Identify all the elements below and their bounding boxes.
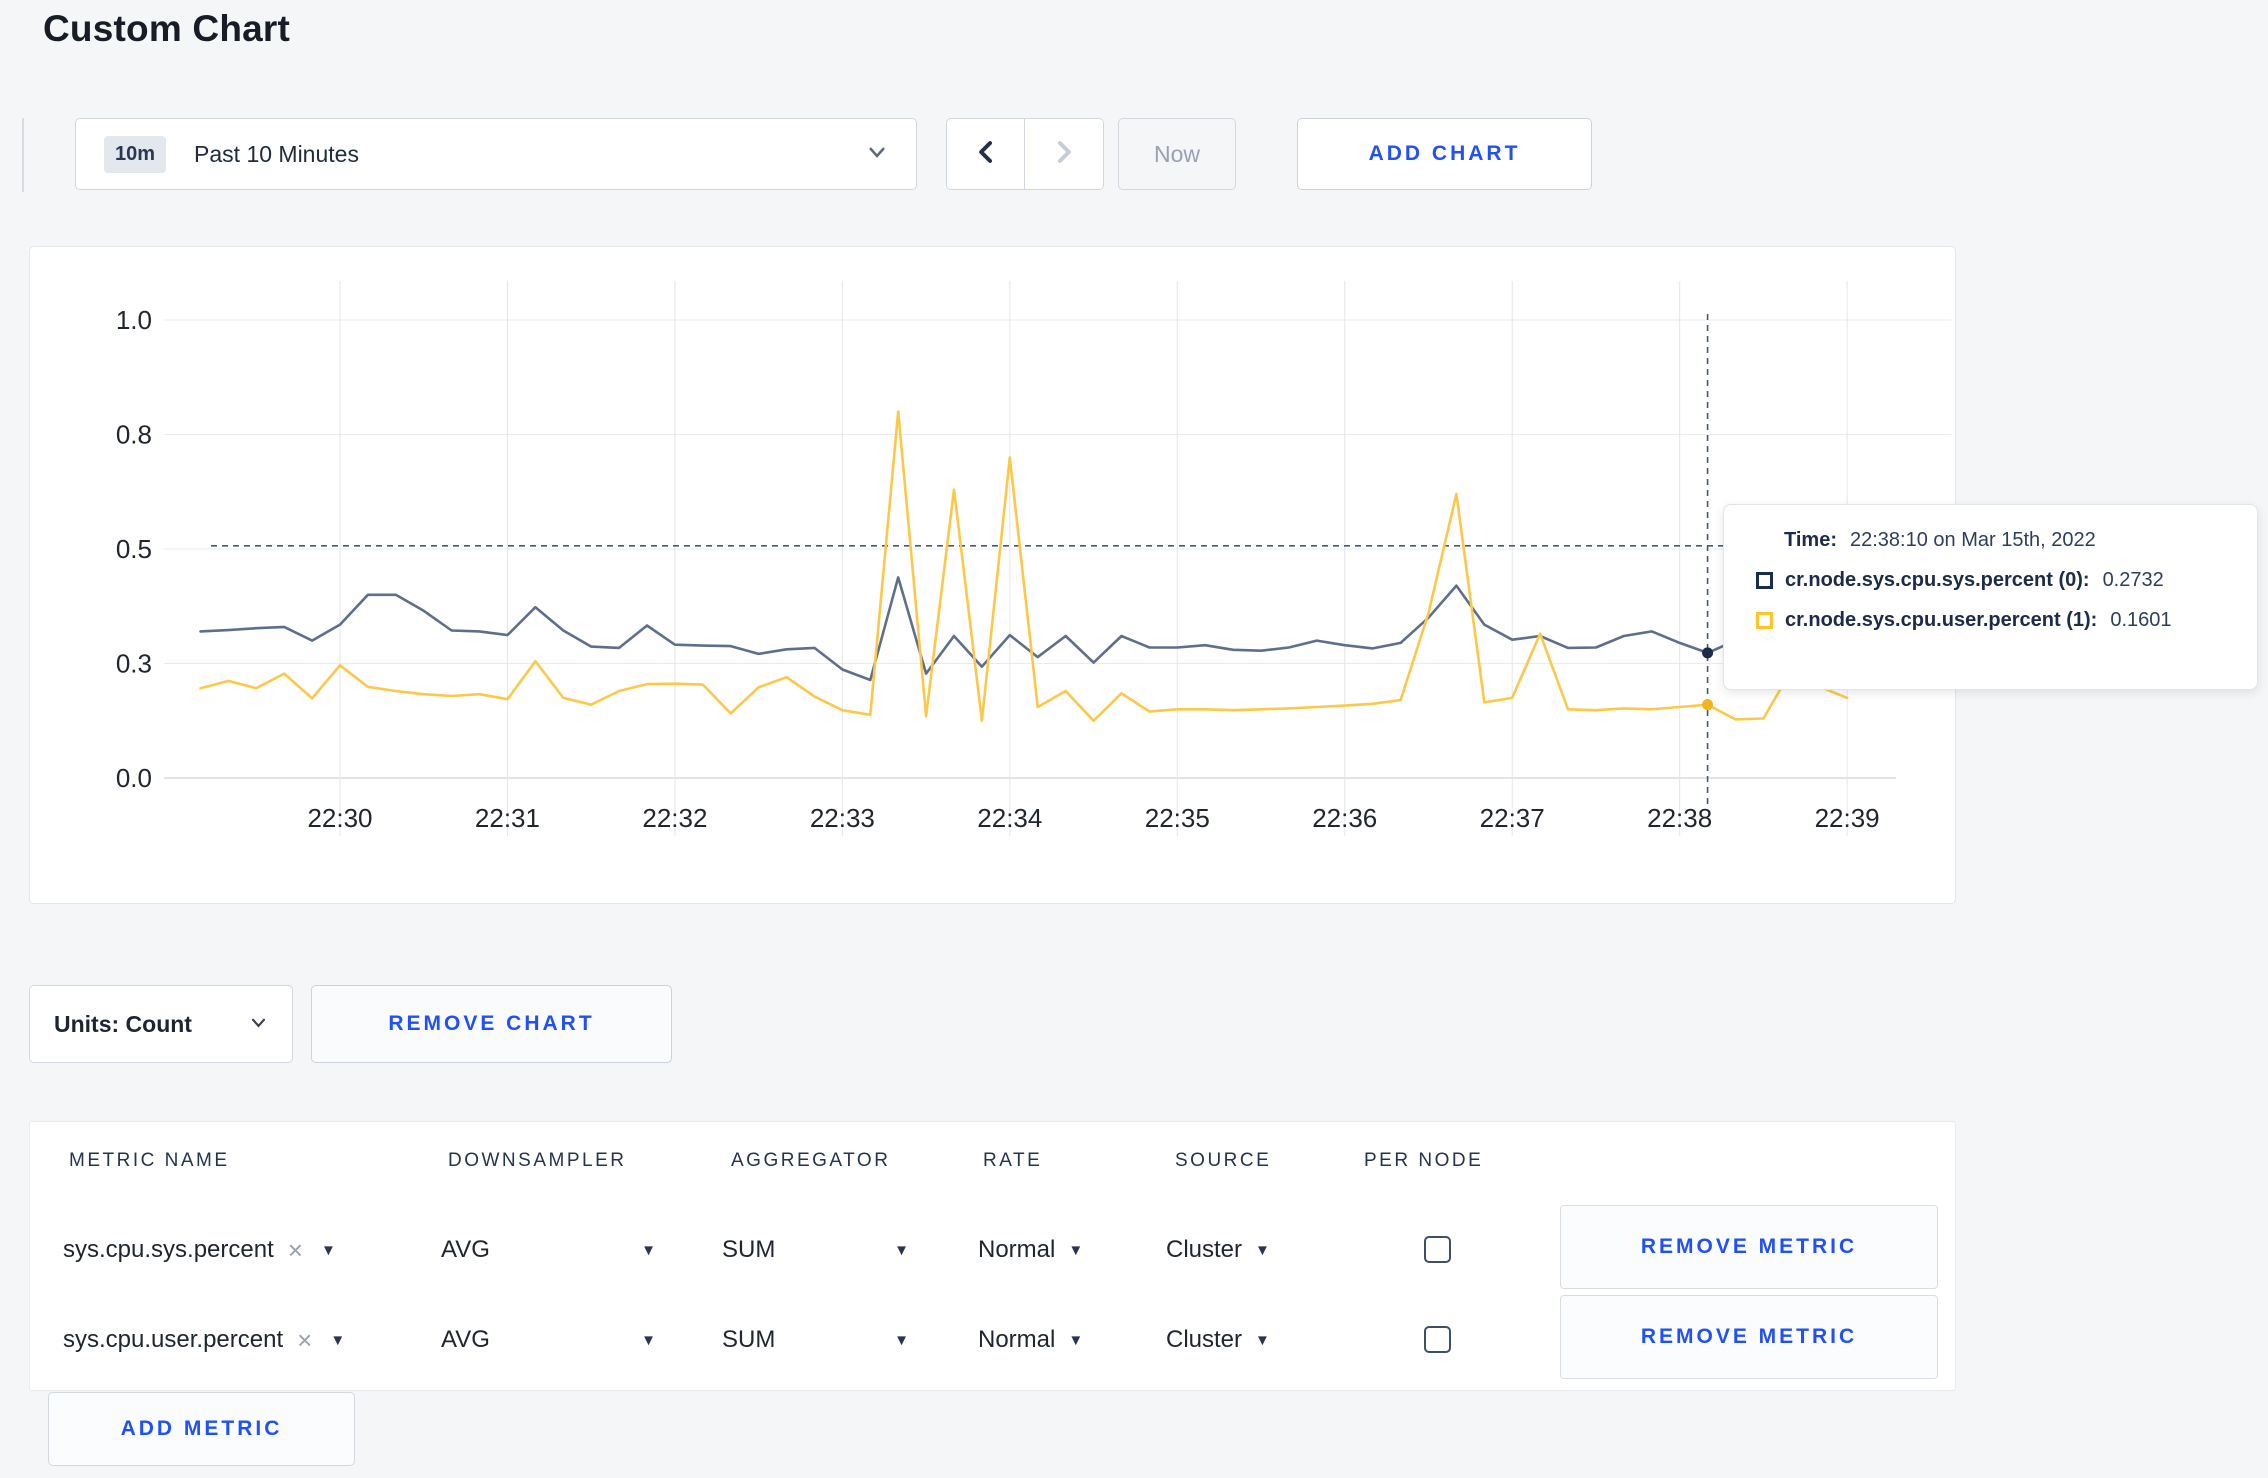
time-range-label: Past 10 Minutes xyxy=(194,140,359,167)
now-button[interactable]: Now xyxy=(1118,118,1236,190)
tooltip-series-user-name: cr.node.sys.cpu.user.percent (1): xyxy=(1785,609,2098,631)
units-select[interactable]: Units: Count xyxy=(29,985,293,1063)
chevron-right-icon xyxy=(1052,139,1076,170)
remove-metric-x-icon[interactable]: × xyxy=(288,1237,303,1263)
per-node-checkbox[interactable] xyxy=(1424,1236,1451,1263)
add-metric-button[interactable]: ADD METRIC xyxy=(48,1392,355,1466)
downsampler-select[interactable]: AVG ▼ xyxy=(441,1205,656,1295)
page-title: Custom Chart xyxy=(43,8,291,49)
source-select[interactable]: Cluster ▼ xyxy=(1166,1295,1270,1385)
metric-name: sys.cpu.sys.percent xyxy=(63,1236,274,1263)
remove-metric-button[interactable]: REMOVE METRIC xyxy=(1560,1205,1938,1289)
series-user-swatch-icon xyxy=(1756,612,1773,629)
svg-text:22:38: 22:38 xyxy=(1647,803,1712,833)
chevron-down-icon xyxy=(866,141,888,168)
col-header-aggregator: AGGREGATOR xyxy=(731,1150,891,1171)
svg-text:22:36: 22:36 xyxy=(1312,803,1377,833)
chevron-down-icon: ▼ xyxy=(1255,1241,1270,1259)
chevron-down-icon: ▼ xyxy=(894,1331,909,1349)
aggregator-select[interactable]: SUM ▼ xyxy=(722,1295,909,1385)
time-nav-group xyxy=(946,118,1104,190)
chevron-left-icon xyxy=(974,139,998,170)
chevron-down-icon: ▼ xyxy=(641,1241,656,1259)
remove-metric-button[interactable]: REMOVE METRIC xyxy=(1560,1295,1938,1379)
rate-select[interactable]: Normal ▼ xyxy=(978,1205,1083,1295)
units-label: Units: Count xyxy=(54,1010,192,1037)
metric-name: sys.cpu.user.percent xyxy=(63,1326,284,1353)
tooltip-time-label: Time: xyxy=(1784,529,1837,551)
chart-card: 0.0 0.3 0.5 0.8 1.0 22:30 22:31 22:32 22:33 22:34… xyxy=(29,246,1956,904)
col-header-downsampler: DOWNSAMPLER xyxy=(448,1150,627,1171)
metric-dropdown-icon[interactable]: ▼ xyxy=(321,1243,336,1258)
svg-text:22:31: 22:31 xyxy=(475,803,540,833)
svg-text:22:39: 22:39 xyxy=(1815,803,1880,833)
chevron-down-icon: ▼ xyxy=(1068,1241,1084,1259)
metrics-table: METRIC NAME DOWNSAMPLER AGGREGATOR RATE … xyxy=(29,1121,1956,1391)
chevron-down-icon: ▼ xyxy=(1068,1331,1084,1349)
col-header-metric-name: METRIC NAME xyxy=(69,1150,230,1171)
time-range-select[interactable]: 10m Past 10 Minutes xyxy=(75,118,917,190)
remove-metric-x-icon[interactable]: × xyxy=(297,1327,312,1353)
tooltip-series-sys-name: cr.node.sys.cpu.sys.percent (0): xyxy=(1785,569,2090,591)
rate-select[interactable]: Normal ▼ xyxy=(978,1295,1083,1385)
svg-text:0.8: 0.8 xyxy=(116,420,152,450)
timeseries-chart[interactable]: 0.0 0.3 0.5 0.8 1.0 22:30 22:31 22:32 22:33 22:34… xyxy=(30,247,1957,905)
svg-text:22:34: 22:34 xyxy=(977,803,1042,833)
tooltip-time-value: 22:38:10 on Mar 15th, 2022 xyxy=(1849,529,2096,551)
downsampler-select[interactable]: AVG ▼ xyxy=(441,1295,656,1385)
prev-time-button[interactable] xyxy=(947,119,1025,189)
per-node-checkbox[interactable] xyxy=(1424,1326,1451,1353)
tooltip-series-user-value: 0.1601 xyxy=(2110,609,2172,631)
table-row: sys.cpu.sys.percent × ▼ AVG ▼ SUM ▼ Normal… xyxy=(30,1205,1955,1295)
aggregator-select[interactable]: SUM ▼ xyxy=(722,1205,909,1295)
series-sys-swatch-icon xyxy=(1756,572,1773,589)
svg-text:22:30: 22:30 xyxy=(307,803,372,833)
add-chart-button[interactable]: ADD CHART xyxy=(1297,118,1592,190)
next-time-button[interactable] xyxy=(1025,119,1103,189)
svg-text:0.3: 0.3 xyxy=(116,649,152,679)
remove-chart-button[interactable]: REMOVE CHART xyxy=(311,985,672,1063)
svg-text:22:33: 22:33 xyxy=(810,803,875,833)
svg-text:0.5: 0.5 xyxy=(116,534,152,564)
toolbar-left-divider xyxy=(22,118,24,192)
chevron-down-icon xyxy=(249,1011,268,1038)
col-header-rate: RATE xyxy=(983,1150,1043,1171)
svg-text:22:32: 22:32 xyxy=(642,803,707,833)
metric-dropdown-icon[interactable]: ▼ xyxy=(330,1333,345,1348)
source-select[interactable]: Cluster ▼ xyxy=(1166,1205,1270,1295)
time-range-badge: 10m xyxy=(104,135,167,173)
svg-text:22:37: 22:37 xyxy=(1480,803,1545,833)
chevron-down-icon: ▼ xyxy=(641,1331,656,1349)
chevron-down-icon: ▼ xyxy=(894,1241,909,1259)
svg-text:22:35: 22:35 xyxy=(1145,803,1210,833)
col-header-per-node: PER NODE xyxy=(1364,1150,1484,1171)
col-header-source: SOURCE xyxy=(1175,1150,1272,1171)
svg-text:1.0: 1.0 xyxy=(116,305,152,335)
tooltip-series-sys-value: 0.2732 xyxy=(2102,569,2164,591)
chevron-down-icon: ▼ xyxy=(1255,1331,1270,1349)
svg-text:0.0: 0.0 xyxy=(116,763,152,793)
table-row: sys.cpu.user.percent × ▼ AVG ▼ SUM ▼ Norma… xyxy=(30,1295,1955,1385)
chart-tooltip: Time: 22:38:10 on Mar 15th, 2022 cr.node… xyxy=(1723,504,2258,690)
